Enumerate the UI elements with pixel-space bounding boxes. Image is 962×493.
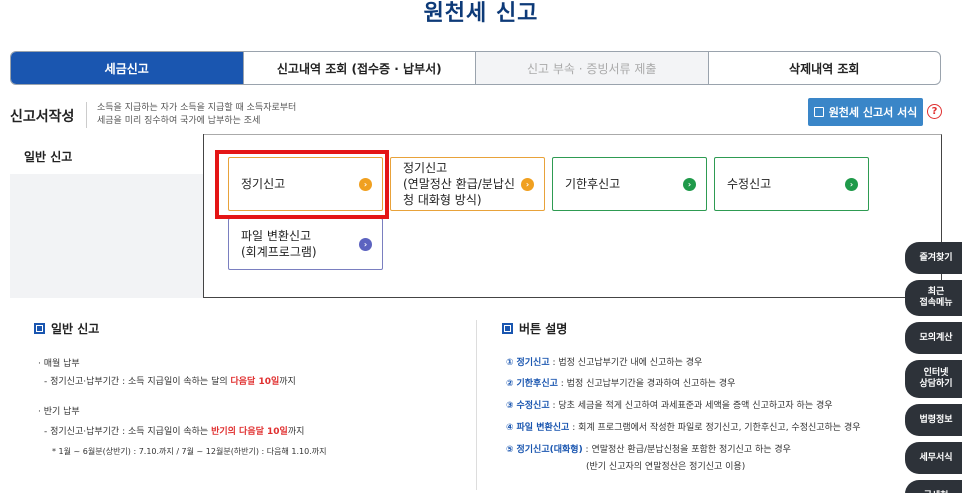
help-icon[interactable]: ? <box>927 104 942 119</box>
chevron-right-icon: › <box>683 178 696 191</box>
section-description: 소득을 지급하는 자가 소득을 지급할 때 소득자로부터 세금을 미리 징수하여… <box>86 102 296 128</box>
quick-menu-simulation[interactable]: 모의계산 <box>905 322 962 354</box>
item-name: 정기신고(대화형) <box>516 445 583 455</box>
quick-menu-recent[interactable]: 최근 접속메뉴 <box>905 280 962 316</box>
late-filing-button[interactable]: 기한후신고 › <box>552 157 707 211</box>
chevron-right-icon: › <box>359 238 372 251</box>
section-desc-line2: 세금을 미리 징수하여 국가에 납부하는 조세 <box>97 116 261 126</box>
half-detail-suffix: 까지 <box>287 427 305 437</box>
panel-side-background <box>10 174 204 298</box>
info-divider <box>476 320 477 490</box>
section-desc-line1: 소득을 지급하는 자가 소득을 지급할 때 소득자로부터 <box>97 103 297 113</box>
page-title: 원천세 신고 <box>423 1 539 26</box>
list-item: ⑤ 정기신고(대화형) : 연말정산 환급/분납신청을 포함한 정기신고 하는 … <box>506 444 791 456</box>
item-desc: : 법정 신고납부기간을 경과하여 신고하는 경우 <box>557 379 736 389</box>
regular-interactive-label-line1: 정기신고 <box>403 161 448 175</box>
item-number: ④ <box>506 423 514 433</box>
section-title: 신고서작성 <box>10 109 75 125</box>
tab-filing-history[interactable]: 신고내역 조회 (접수증 · 납부서) <box>244 52 476 84</box>
general-filing-heading: 일반 신고 <box>34 320 99 337</box>
tab-attachment-submit: 신고 부속 · 증빙서류 제출 <box>476 52 709 84</box>
file-conversion-label: 파일 변환신고 (회계프로그램) <box>241 228 317 260</box>
chevron-right-icon: › <box>521 178 534 191</box>
monthly-detail-text: - 정기신고·납부기간 : 소득 지급일이 속하는 달의 <box>44 377 231 387</box>
chevron-right-icon: › <box>845 178 858 191</box>
item-number: ① <box>506 358 514 368</box>
list-item: ① 정기신고 : 법정 신고납부기간 내에 신고하는 경우 <box>506 357 702 369</box>
tab-general-filing[interactable]: 일반 신고 <box>10 134 204 174</box>
square-bullet-icon <box>502 323 513 334</box>
item-desc: : 회계 프로그램에서 작성한 파일로 정기신고, 기한후신고, 수정신고하는 … <box>569 423 861 433</box>
button-description-heading: 버튼 설명 <box>502 320 567 337</box>
tab-bar: 세금신고 신고내역 조회 (접수증 · 납부서) 신고 부속 · 증빙서류 제출… <box>10 51 941 85</box>
list-item: ② 기한후신고 : 법정 신고납부기간을 경과하여 신고하는 경우 <box>506 378 735 390</box>
half-year-payment-label: · 반기 납부 <box>38 407 80 417</box>
item-name: 수정신고 <box>516 401 550 411</box>
item-number: ⑤ <box>506 445 514 455</box>
quick-menu-tax-forms[interactable]: 세무서식 <box>905 442 962 474</box>
quick-menu-legal-info[interactable]: 법령정보 <box>905 404 962 436</box>
late-filing-label: 기한후신고 <box>565 177 621 191</box>
half-detail-text: - 정기신고·납부기간 : 소득 지급일이 속하는 <box>44 427 212 437</box>
tab-deleted-history[interactable]: 삭제내역 조회 <box>709 52 941 84</box>
regular-interactive-label: 정기신고 (연말정산 환급/분납신 청 대화형 방식) <box>403 160 515 208</box>
item-name: 파일 변환신고 <box>516 423 570 433</box>
list-item: ④ 파일 변환신고 : 회계 프로그램에서 작성한 파일로 정기신고, 기한후신… <box>506 422 861 434</box>
regular-interactive-filing-button[interactable]: 정기신고 (연말정산 환급/분납신 청 대화형 방식) › <box>390 157 545 211</box>
quick-menu-consultation[interactable]: 인터넷 상담하기 <box>905 360 962 398</box>
highlight-box <box>215 150 389 219</box>
half-year-payment-detail: - 정기신고·납부기간 : 소득 지급일이 속하는 반기의 다음달 10일까지 <box>44 426 304 438</box>
item-name: 정기신고 <box>516 358 550 368</box>
item-desc: : 법정 신고납부기간 내에 신고하는 경우 <box>549 358 703 368</box>
item-name: 기한후신고 <box>516 379 558 389</box>
button-description-heading-label: 버튼 설명 <box>519 322 568 336</box>
general-filing-heading-label: 일반 신고 <box>51 322 100 336</box>
checkbox-icon <box>813 107 824 117</box>
item-desc: : 연말정산 환급/분납신청을 포함한 정기신고 하는 경우 <box>582 445 791 455</box>
file-conversion-label-line1: 파일 변환신고 <box>241 229 312 243</box>
item-number: ② <box>506 379 514 389</box>
tax-form-button[interactable]: 원천세 신고서 서식 <box>808 98 923 126</box>
tax-form-button-label: 원천세 신고서 서식 <box>828 106 918 119</box>
amended-filing-button[interactable]: 수정신고 › <box>714 157 869 211</box>
quick-menu-favorites[interactable]: 즐겨찾기 <box>905 242 962 274</box>
item-desc: : 당초 세금을 적게 신고하여 과세표준과 세액을 증액 신고하고자 하는 경… <box>549 401 833 411</box>
monthly-detail-suffix: 까지 <box>279 377 296 387</box>
item-number: ③ <box>506 401 514 411</box>
monthly-payment-detail: - 정기신고·납부기간 : 소득 지급일이 속하는 달의 다음달 10일까지 <box>44 376 296 388</box>
quick-menu-nts[interactable]: 국세청 <box>905 480 962 493</box>
regular-interactive-label-line3: 청 대화형 방식) <box>403 193 482 207</box>
monthly-detail-deadline: 다음달 10일 <box>230 377 280 387</box>
file-conversion-filing-button[interactable]: 파일 변환신고 (회계프로그램) › <box>228 218 383 270</box>
amended-filing-label: 수정신고 <box>727 177 772 191</box>
list-item: ③ 수정신고 : 당초 세금을 적게 신고하여 과세표준과 세액을 증액 신고하… <box>506 400 833 412</box>
monthly-payment-label: · 매월 납부 <box>38 359 80 369</box>
half-year-filer-note: (반기 신고자의 연말정산은 정기신고 이용) <box>586 462 746 472</box>
square-bullet-icon <box>34 323 45 334</box>
regular-interactive-label-line2: (연말정산 환급/분납신 <box>403 177 515 191</box>
half-detail-deadline: 반기의 다음달 10일 <box>211 427 288 437</box>
half-year-note: * 1월 ~ 6월분(상반기) : 7.10.까지 / 7월 ~ 12월분(하반… <box>52 447 327 456</box>
tab-tax-filing[interactable]: 세금신고 <box>11 52 244 84</box>
file-conversion-label-line2: (회계프로그램) <box>241 245 317 259</box>
